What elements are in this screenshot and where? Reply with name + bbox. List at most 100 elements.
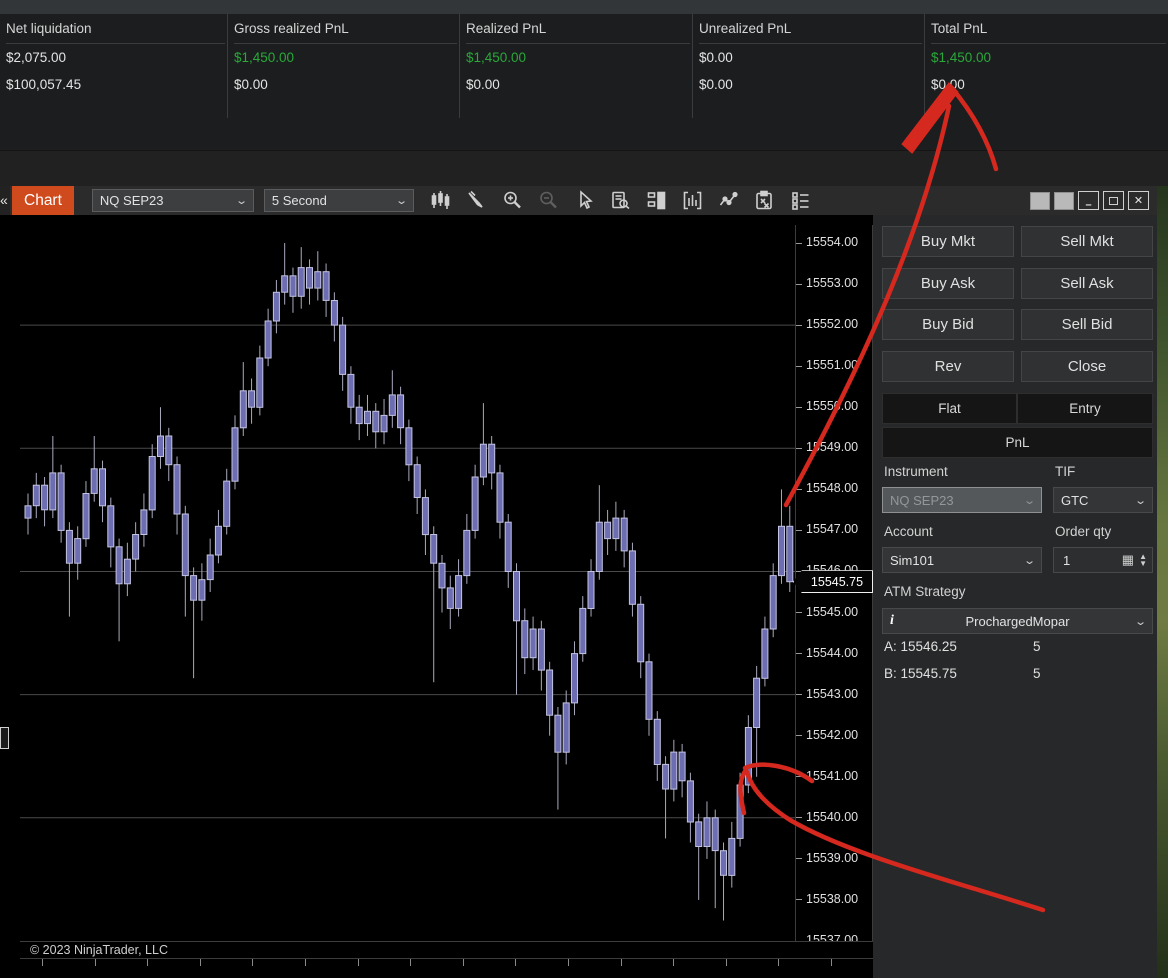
axis-tick	[796, 735, 802, 736]
chart-trader-icon[interactable]	[646, 190, 667, 211]
buy-mkt-button[interactable]: Buy Mkt	[882, 226, 1014, 257]
atm-strategy-value: ProchargedMopar	[883, 614, 1152, 629]
maximize-icon	[1109, 197, 1118, 205]
time-axis-tick	[463, 959, 464, 966]
close-button[interactable]: Close	[1021, 351, 1153, 382]
price-axis-label: 15541.00	[806, 769, 858, 783]
ask-price-row: A: 15546.25	[884, 639, 957, 654]
collapse-tabs-icon[interactable]: «	[0, 186, 10, 215]
chart-plot-area[interactable]	[20, 225, 795, 945]
price-axis-label: 15544.00	[806, 646, 858, 660]
chart-toolbar: « Chart NQ SEP23 ⌄ 5 Second ⌄ – ✕	[0, 186, 1157, 215]
objects-icon[interactable]	[790, 190, 811, 211]
quantity-stepper[interactable]: ▲▼	[1139, 553, 1147, 567]
instrument-label: Instrument	[884, 464, 948, 479]
tif-value: GTC	[1061, 493, 1088, 508]
drawing-tools-icon[interactable]	[466, 190, 487, 211]
interval-dropdown[interactable]: 5 Second ⌄	[264, 189, 414, 212]
window-edge-handle[interactable]	[0, 727, 9, 749]
axis-tick	[796, 489, 802, 490]
time-axis-tick	[200, 959, 201, 966]
axis-tick	[796, 653, 802, 654]
axis-tick	[796, 530, 802, 531]
data-box-icon[interactable]	[610, 190, 631, 211]
account-dropdown[interactable]: Sim101 ⌄	[882, 547, 1042, 573]
instrument-dropdown[interactable]: NQ SEP23 ⌄	[92, 189, 254, 212]
time-axis-tick	[358, 959, 359, 966]
flat-button[interactable]: Flat	[882, 393, 1017, 424]
bid-qty: 5	[1033, 666, 1041, 681]
time-axis-tick	[568, 959, 569, 966]
close-button[interactable]: ✕	[1128, 191, 1149, 210]
axis-tick	[796, 612, 802, 613]
pnl-column: Unrealized PnL$0.00$0.00	[693, 14, 925, 118]
interval-dropdown-value: 5 Second	[272, 193, 327, 208]
order-qty-input[interactable]: 1 ▦ ▲▼	[1053, 547, 1153, 573]
account-value: Sim101	[890, 553, 934, 568]
pnl-column-header: Unrealized PnL	[699, 14, 922, 44]
pnl-value: $0.00	[699, 71, 922, 98]
window-titlebar-strip	[0, 0, 1168, 14]
workspace-button-1[interactable]	[1030, 192, 1050, 210]
time-axis-tick	[410, 959, 411, 966]
price-axis-label: 15545.00	[806, 605, 858, 619]
sell-ask-button[interactable]: Sell Ask	[1021, 268, 1153, 299]
tif-label: TIF	[1055, 464, 1075, 479]
toolbar-icon-group	[430, 190, 811, 211]
pnl-column: Total PnL$1,450.00$0.00	[925, 14, 1168, 118]
atm-strategy-label: ATM Strategy	[884, 584, 966, 599]
ask-qty: 5	[1033, 639, 1041, 654]
price-axis-label: 15554.00	[806, 235, 858, 249]
cursor-icon[interactable]	[574, 190, 595, 211]
workspace-button-2[interactable]	[1054, 192, 1074, 210]
sell-mkt-button[interactable]: Sell Mkt	[1021, 226, 1153, 257]
axis-tick	[796, 366, 802, 367]
calculator-icon[interactable]: ▦	[1122, 555, 1134, 565]
time-axis-tick	[515, 959, 516, 966]
window-controls: – ✕	[1030, 191, 1149, 210]
info-icon[interactable]: i	[890, 613, 894, 629]
time-axis-tick	[252, 959, 253, 966]
pnl-value: $1,450.00	[234, 44, 457, 71]
time-axis-tick	[621, 959, 622, 966]
chevron-down-icon: ⌄	[1023, 554, 1036, 567]
zoom-in-icon[interactable]	[502, 190, 523, 211]
axis-tick	[796, 407, 802, 408]
pnl-column-header: Net liquidation	[6, 14, 225, 44]
panel-instrument-value: NQ SEP23	[890, 493, 954, 508]
pnl-column: Realized PnL$1,450.00$0.00	[460, 14, 693, 118]
order-qty-label: Order qty	[1055, 524, 1111, 539]
time-axis[interactable]	[20, 959, 873, 978]
desktop-background	[1157, 186, 1168, 978]
strategies-icon[interactable]	[718, 190, 739, 211]
price-axis-label: 15543.00	[806, 687, 858, 701]
pnl-column-header: Total PnL	[931, 14, 1166, 44]
buy-bid-button[interactable]: Buy Bid	[882, 309, 1014, 340]
tab-chart[interactable]: Chart	[12, 186, 74, 215]
pnl-value: $1,450.00	[931, 44, 1166, 71]
properties-icon[interactable]	[754, 190, 775, 211]
pnl-column: Net liquidation$2,075.00$100,057.45	[0, 14, 228, 118]
maximize-button[interactable]	[1103, 191, 1124, 210]
chart-style-icon[interactable]	[430, 190, 451, 211]
rev-button[interactable]: Rev	[882, 351, 1014, 382]
time-axis-tick	[305, 959, 306, 966]
chart-trader-panel: Flat Entry PnL Instrument TIF NQ SEP23 ⌄…	[873, 215, 1157, 978]
entry-button[interactable]: Entry	[1017, 393, 1153, 424]
tif-dropdown[interactable]: GTC ⌄	[1053, 487, 1153, 513]
price-axis-label: 15547.00	[806, 522, 858, 536]
account-label: Account	[884, 524, 933, 539]
chevron-down-icon: ⌄	[235, 194, 248, 207]
chevron-down-icon: ⌄	[395, 194, 408, 207]
pnl-column: Gross realized PnL$1,450.00$0.00	[228, 14, 460, 118]
panel-instrument-dropdown: NQ SEP23 ⌄	[882, 487, 1042, 513]
price-axis-label: 15549.00	[806, 440, 858, 454]
buy-ask-button[interactable]: Buy Ask	[882, 268, 1014, 299]
pnl-column-header: Realized PnL	[466, 14, 690, 44]
indicators-icon[interactable]	[682, 190, 703, 211]
pnl-button[interactable]: PnL	[882, 427, 1153, 458]
minimize-button[interactable]: –	[1078, 191, 1099, 210]
time-axis-tick	[147, 959, 148, 966]
sell-bid-button[interactable]: Sell Bid	[1021, 309, 1153, 340]
atm-strategy-dropdown[interactable]: i ProchargedMopar ⌄	[882, 608, 1153, 634]
